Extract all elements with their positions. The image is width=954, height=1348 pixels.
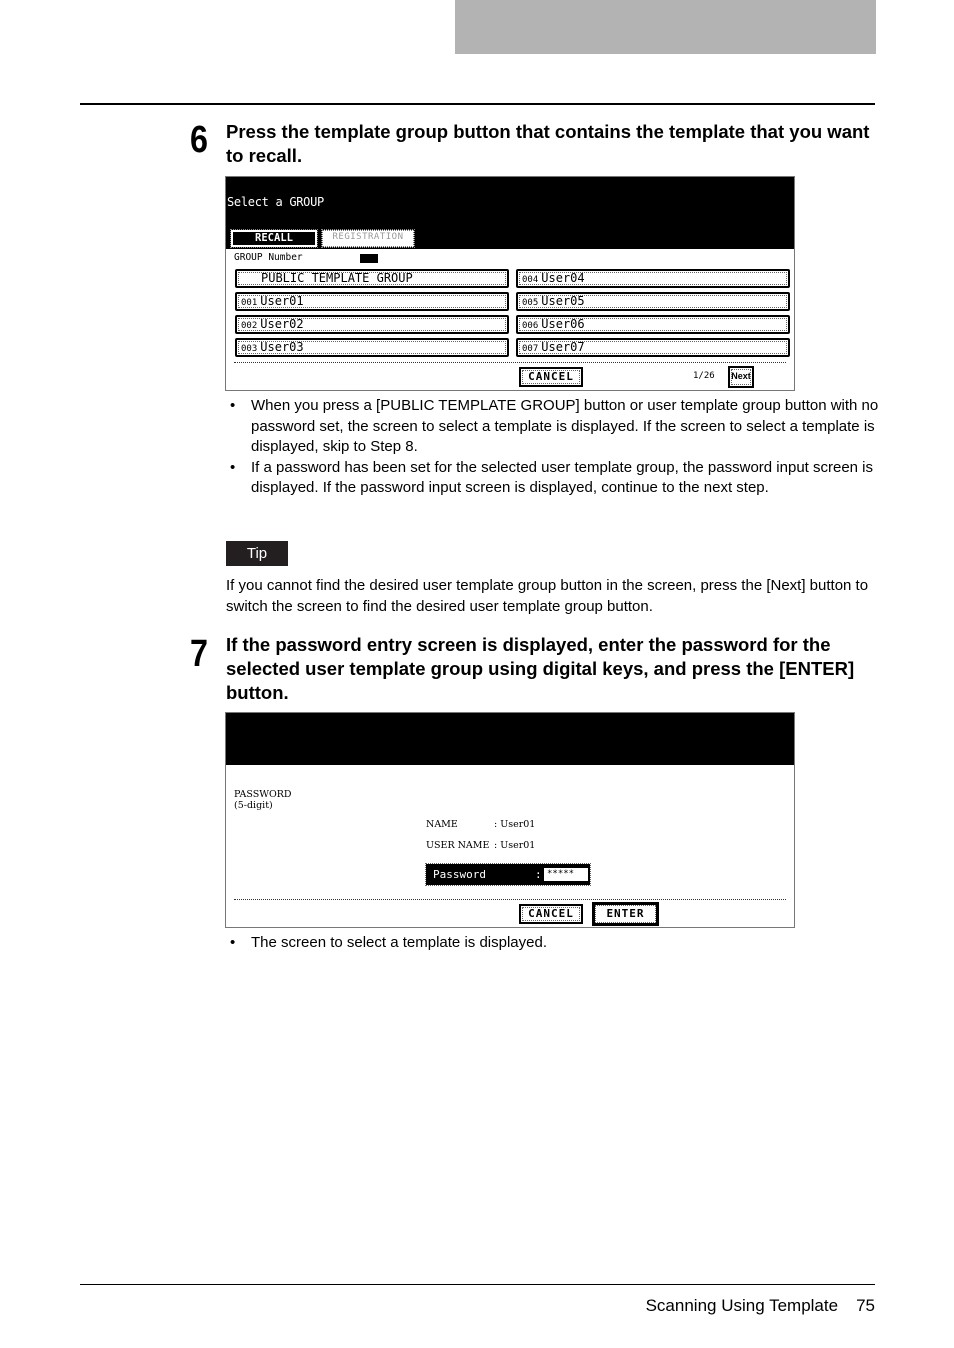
- group-number: 001: [241, 298, 258, 308]
- password-colon: :: [535, 868, 542, 881]
- footer-section-title: Scanning Using Template: [645, 1296, 839, 1315]
- tip-badge: Tip: [226, 541, 288, 566]
- next-button[interactable]: Next: [728, 366, 754, 388]
- step-7-instruction: If the password entry screen is displaye…: [226, 634, 855, 703]
- header-tab-block: [455, 0, 876, 54]
- password-label-line2: (5-digit): [234, 800, 273, 811]
- step-number-6: 6: [190, 119, 208, 161]
- group-button[interactable]: 006 User06: [516, 315, 790, 334]
- password-field-label: Password: [433, 868, 486, 881]
- group-name: User01: [260, 294, 304, 308]
- password-input[interactable]: Password : *****: [425, 863, 591, 886]
- group-number: 006: [522, 321, 539, 331]
- group-number: 007: [522, 344, 539, 354]
- username-value: : User01: [494, 840, 536, 851]
- group-number-field: [360, 254, 378, 263]
- cancel-button[interactable]: CANCEL: [519, 367, 583, 387]
- note-item: If a password has been set for the selec…: [230, 458, 880, 499]
- username-row: USER NAME : User01: [426, 840, 535, 851]
- group-name: User06: [541, 317, 585, 331]
- group-button[interactable]: 004 User04: [516, 269, 790, 288]
- footer-rule: [80, 1284, 875, 1285]
- group-name: User07: [541, 340, 585, 354]
- page-number: 75: [856, 1296, 875, 1315]
- note-item: The screen to select a template is displ…: [230, 933, 880, 954]
- page-indicator: 1/26: [693, 371, 715, 381]
- screen-header: Select a GROUP RECALL REGISTRATION: [226, 177, 794, 249]
- note-item: When you press a [PUBLIC TEMPLATE GROUP]…: [230, 396, 880, 458]
- password-value[interactable]: *****: [544, 868, 588, 881]
- password-label: PASSWORD (5-digit): [234, 789, 292, 811]
- group-button[interactable]: 003 User03: [235, 338, 509, 357]
- group-number: 004: [522, 275, 539, 285]
- group-number-label: GROUP Number: [234, 252, 303, 263]
- step-6-instruction: Press the template group button that con…: [226, 121, 870, 166]
- divider: [234, 899, 786, 900]
- group-button[interactable]: 005 User05: [516, 292, 790, 311]
- group-button[interactable]: 002 User02: [235, 315, 509, 334]
- name-row: NAME : User01: [426, 819, 535, 830]
- group-number: 002: [241, 321, 258, 331]
- group-name: User03: [260, 340, 304, 354]
- top-rule: [80, 103, 875, 105]
- group-number: 003: [241, 344, 258, 354]
- group-name: User05: [541, 294, 585, 308]
- group-button[interactable]: 007 User07: [516, 338, 790, 357]
- enter-button[interactable]: ENTER: [592, 902, 659, 926]
- group-name: PUBLIC TEMPLATE GROUP: [261, 271, 413, 285]
- name-key: NAME: [426, 819, 458, 830]
- username-key: USER NAME: [426, 840, 490, 851]
- step-6-notes: When you press a [PUBLIC TEMPLATE GROUP]…: [230, 396, 880, 499]
- select-group-screen: Select a GROUP RECALL REGISTRATION GROUP…: [225, 176, 795, 391]
- group-button[interactable]: 001 User01: [235, 292, 509, 311]
- step-number-7: 7: [190, 633, 208, 675]
- group-name: User04: [541, 271, 585, 285]
- group-button-public[interactable]: PUBLIC TEMPLATE GROUP: [235, 269, 509, 288]
- password-entry-screen: PASSWORD (5-digit) NAME : User01 USER NAM…: [225, 712, 795, 928]
- tip-text: If you cannot find the desired user temp…: [226, 577, 869, 615]
- group-name: User02: [260, 317, 304, 331]
- group-number: 005: [522, 298, 539, 308]
- tab-registration[interactable]: REGISTRATION: [321, 229, 415, 248]
- tab-recall[interactable]: RECALL: [230, 229, 318, 248]
- cancel-button[interactable]: CANCEL: [519, 904, 583, 924]
- page-footer: Scanning Using Template 75: [580, 1296, 875, 1316]
- screen-header: [226, 713, 794, 765]
- password-label-line1: PASSWORD: [234, 789, 292, 800]
- name-value: : User01: [494, 819, 536, 830]
- step-7-notes: The screen to select a template is displ…: [230, 933, 880, 954]
- divider: [234, 362, 786, 363]
- screen-title: Select a GROUP: [227, 195, 324, 209]
